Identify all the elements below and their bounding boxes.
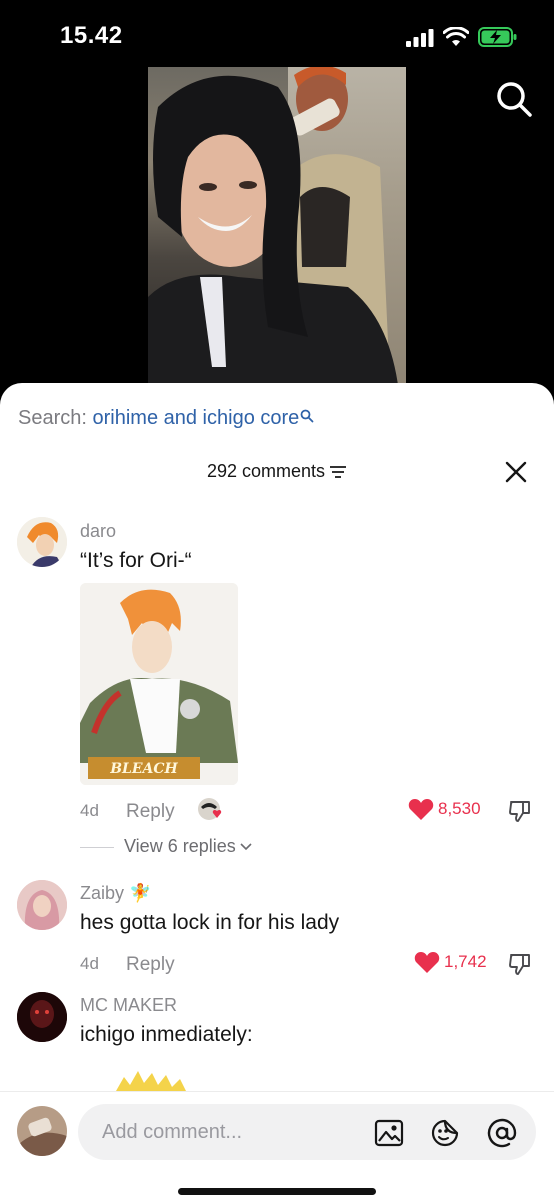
reply-button[interactable]: Reply xyxy=(126,954,175,976)
avatar-image xyxy=(17,1106,67,1156)
status-time: 15.42 xyxy=(60,22,123,49)
comment-username[interactable]: MC MAKER xyxy=(80,995,177,1016)
comment-age: 4d xyxy=(80,954,99,973)
like-button[interactable]: 8,530 xyxy=(408,797,481,823)
bleach-cover-image: BLEACH xyxy=(80,583,238,785)
comment-text: “It’s for Ori-“ xyxy=(80,549,192,572)
reply-button[interactable]: Reply xyxy=(126,801,175,823)
add-comment-input[interactable] xyxy=(78,1104,536,1160)
avatar[interactable] xyxy=(17,880,67,930)
search-prefix: Search: xyxy=(18,407,87,429)
cellular-signal-icon xyxy=(406,29,434,47)
home-indicator[interactable] xyxy=(178,1188,376,1195)
video-player[interactable] xyxy=(148,67,406,385)
emoji-sticker-icon[interactable] xyxy=(430,1118,460,1148)
wifi-icon xyxy=(443,27,469,46)
avatar[interactable] xyxy=(17,992,67,1042)
avatar-image xyxy=(17,880,67,930)
image-icon[interactable] xyxy=(374,1118,404,1148)
search-icon[interactable] xyxy=(495,80,533,118)
comment-input-bar xyxy=(0,1091,554,1199)
thumbs-down-icon[interactable] xyxy=(508,799,532,823)
like-button[interactable]: 1,742 xyxy=(414,950,487,976)
comment-attached-image[interactable]: BLEACH xyxy=(80,583,238,785)
chevron-down-icon xyxy=(240,843,252,851)
comment-username[interactable]: daro xyxy=(80,521,116,542)
comment-text: hes gotta lock in for his lady xyxy=(80,911,340,934)
avatar-image xyxy=(17,992,67,1042)
search-icon xyxy=(300,409,314,423)
divider-line xyxy=(80,846,114,848)
heart-icon xyxy=(408,799,434,820)
filter-icon[interactable] xyxy=(329,465,347,479)
heart-icon xyxy=(414,952,440,973)
comment-image-preview xyxy=(116,1071,186,1091)
creator-liked-avatar-icon xyxy=(198,798,222,820)
comment-age: 4d xyxy=(80,801,99,820)
battery-charging-icon xyxy=(478,27,517,47)
comment-text: ichigo inmediately: xyxy=(80,1023,253,1046)
close-icon[interactable] xyxy=(505,461,527,483)
cover-title: BLEACH xyxy=(109,761,178,777)
avatar xyxy=(17,1106,67,1156)
avatar[interactable] xyxy=(17,517,67,567)
search-suggestion[interactable]: Search: orihime and ichigo core xyxy=(18,407,314,430)
video-person-foreground xyxy=(148,75,398,385)
comments-sheet: Search: orihime and ichigo core 292 comm… xyxy=(0,383,554,1199)
comment-meta: 4d Reply xyxy=(80,801,175,822)
comment-meta: 4d Reply xyxy=(80,954,175,975)
comment-username[interactable]: Zaiby 🧚 xyxy=(80,883,151,904)
like-count: 1,742 xyxy=(444,952,487,971)
status-bar: 15.42 xyxy=(0,0,554,66)
like-count: 8,530 xyxy=(438,799,481,818)
view-replies-button[interactable]: View 6 replies xyxy=(80,836,252,857)
avatar-image xyxy=(17,517,67,567)
view-replies-label: View 6 replies xyxy=(124,836,236,856)
at-mention-icon[interactable] xyxy=(487,1118,517,1148)
comments-header[interactable]: 292 comments xyxy=(0,461,554,482)
comments-count: 292 comments xyxy=(206,461,326,481)
search-query[interactable]: orihime and ichigo core xyxy=(93,407,300,429)
thumbs-down-icon[interactable] xyxy=(508,952,532,976)
